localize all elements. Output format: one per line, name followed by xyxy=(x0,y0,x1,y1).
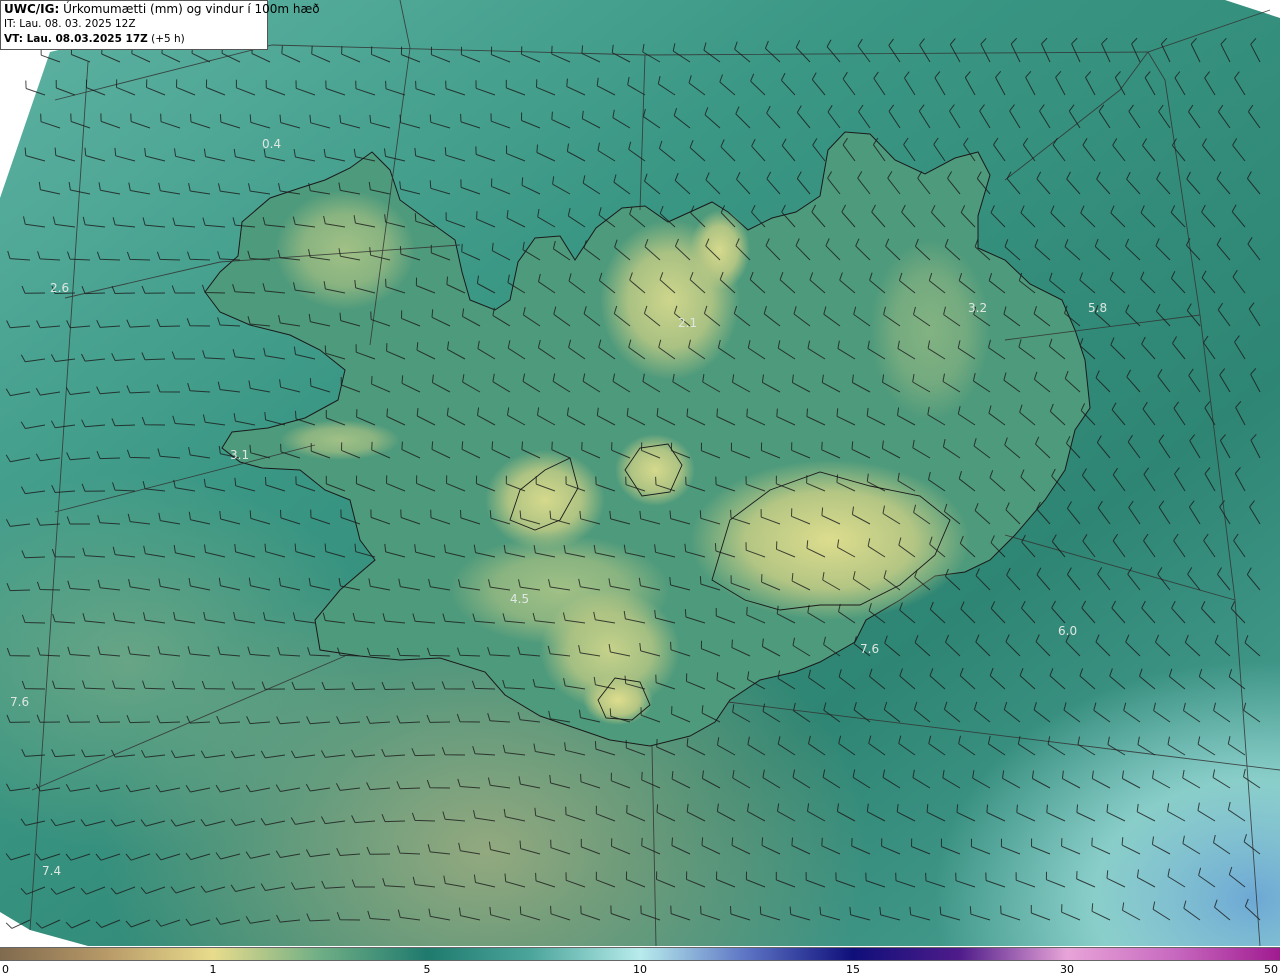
value-label: 2.6 xyxy=(50,281,69,295)
colorbar-tick: 10 xyxy=(633,963,647,976)
value-label: 5.8 xyxy=(1088,301,1107,315)
colorbar-tick: 30 xyxy=(1060,963,1074,976)
colorbar-tick: 50 xyxy=(1264,963,1278,976)
colorbar-tick: 5 xyxy=(423,963,431,976)
map-canvas: 0.4 2.6 2.1 3.2 5.8 3.1 4.5 6.0 7.6 7.6 … xyxy=(0,0,1280,946)
highland-troll xyxy=(690,210,750,290)
value-label: 2.1 xyxy=(678,316,697,330)
highland-east xyxy=(870,240,990,420)
init-time: IT: Lau. 08. 03. 2025 12Z xyxy=(4,18,136,30)
product-prefix: UWC/IG: xyxy=(4,2,60,16)
valid-time: VT: Lau. 08.03.2025 17Z xyxy=(4,33,148,45)
product-title-line: UWC/IG: Úrkomumætti (mm) og vindur í 100… xyxy=(4,2,320,17)
colorbar-tick: 0 xyxy=(2,963,9,976)
value-label: 7.4 xyxy=(42,864,61,878)
value-label: 7.6 xyxy=(860,642,879,656)
highland-vatnajokull xyxy=(690,460,970,620)
highland-langjokull xyxy=(485,450,605,550)
lead-time: (+5 h) xyxy=(147,33,185,45)
highland-hofsjokull xyxy=(615,434,695,506)
value-label: 6.0 xyxy=(1058,624,1077,638)
value-label: 3.2 xyxy=(968,301,987,315)
colorbar-tick: 1 xyxy=(209,963,217,976)
highland-myrdal xyxy=(583,675,653,725)
value-label: 3.1 xyxy=(230,448,249,462)
product-title: Úrkomumætti (mm) og vindur í 100m hæð xyxy=(59,2,320,16)
highland-central xyxy=(450,535,670,645)
value-label: 0.4 xyxy=(262,137,281,151)
colorbar-tick: 15 xyxy=(846,963,860,976)
value-label: 4.5 xyxy=(510,592,529,606)
value-label: 7.6 xyxy=(10,695,29,709)
colorbar: 0 1 5 10 15 30 50 xyxy=(0,947,1280,978)
forecast-map: 0.4 2.6 2.1 3.2 5.8 3.1 4.5 6.0 7.6 7.6 … xyxy=(0,0,1280,946)
map-info-box: UWC/IG: Úrkomumætti (mm) og vindur í 100… xyxy=(0,0,320,50)
colorbar-strip xyxy=(0,947,1280,961)
valid-time-line: VT: Lau. 08.03.2025 17Z (+5 h) xyxy=(4,32,264,47)
